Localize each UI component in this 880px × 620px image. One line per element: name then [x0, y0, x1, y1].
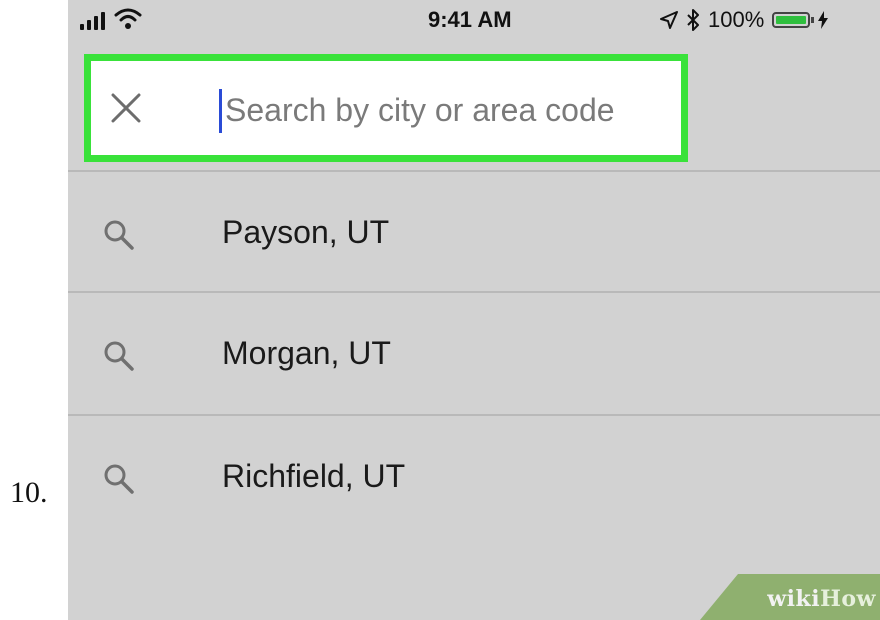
status-bar: 9:41 AM 100% [68, 0, 880, 38]
status-time: 9:41 AM [428, 7, 512, 32]
wikihow-logo: wikiHow [767, 586, 876, 612]
list-item[interactable]: Morgan, UT [68, 293, 880, 411]
signal-icon [80, 12, 105, 30]
battery-percent: 100% [708, 7, 765, 32]
list-item-label: Payson, UT [222, 214, 390, 250]
search-icon [104, 220, 134, 250]
search-icon [104, 341, 134, 371]
list-item-label: Richfield, UT [222, 458, 406, 494]
battery-fill [776, 16, 807, 24]
battery-icon [772, 12, 815, 28]
search-bar [84, 54, 688, 162]
phone-screen: 9:41 AM 100% Search by city or area code… [68, 0, 880, 620]
bluetooth-icon [687, 9, 699, 31]
list-item[interactable]: Payson, UT [68, 172, 880, 290]
charging-bolt-icon [818, 11, 829, 29]
close-icon[interactable] [109, 91, 143, 125]
list-item[interactable]: Richfield, UT [68, 416, 880, 534]
status-right-group: 100% [660, 7, 829, 33]
location-arrow-icon [660, 11, 678, 29]
step-number: 10. [10, 476, 48, 509]
list-item-label: Morgan, UT [222, 335, 391, 371]
search-input[interactable] [219, 85, 685, 135]
wifi-icon [114, 8, 142, 29]
search-icon [104, 464, 134, 494]
